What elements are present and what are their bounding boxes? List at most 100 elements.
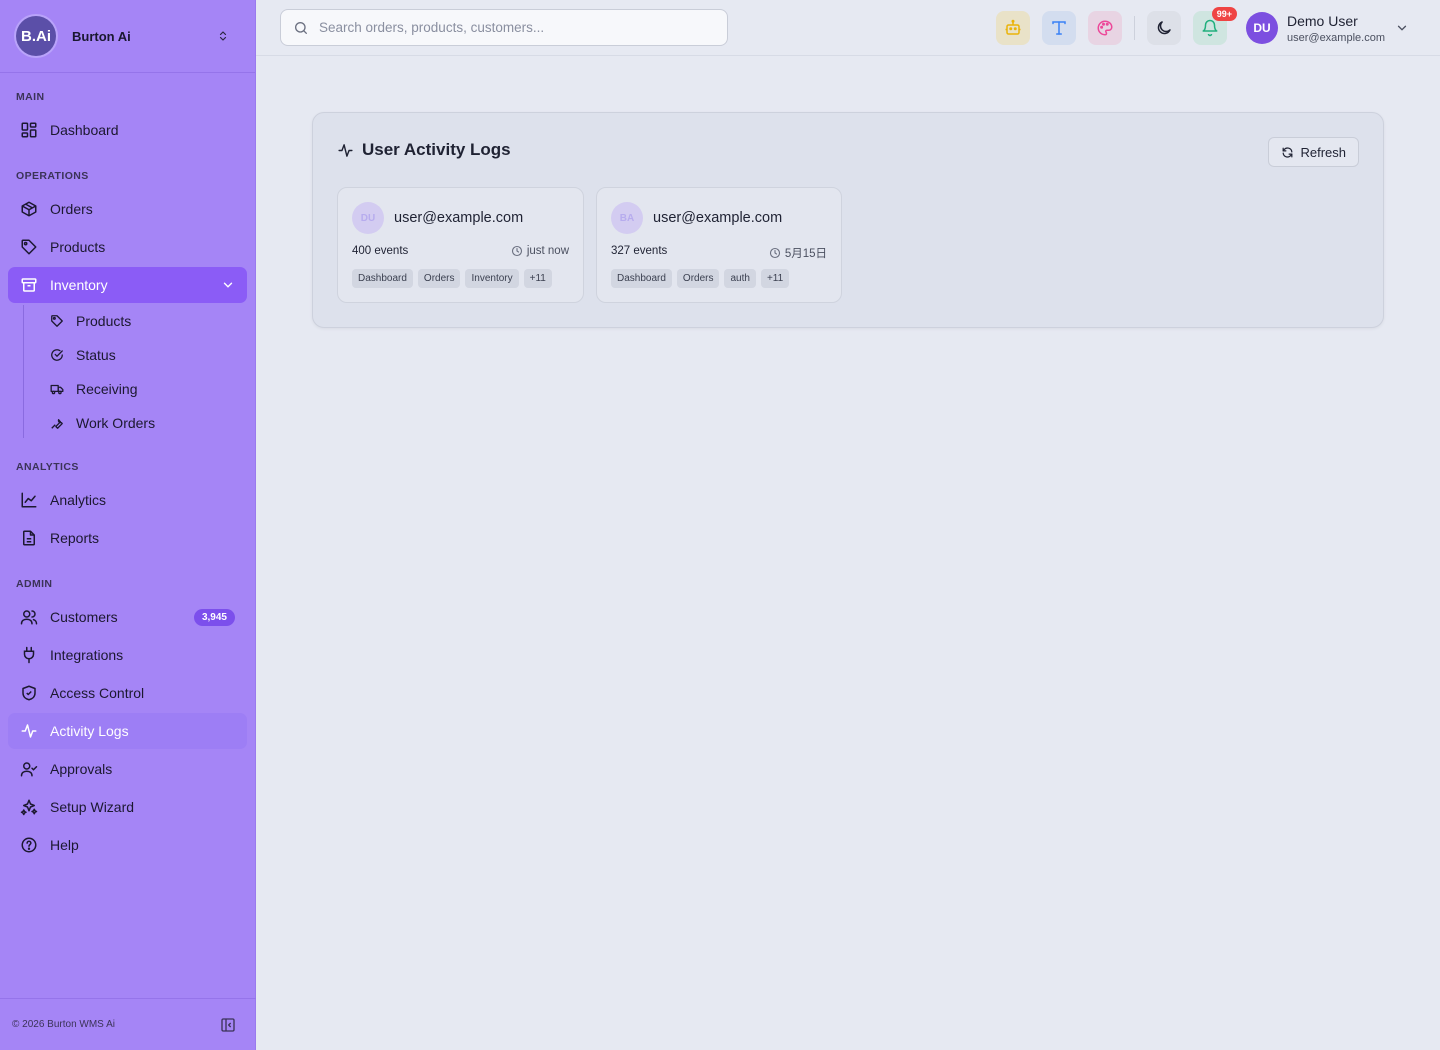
sidebar-item-dashboard[interactable]: Dashboard <box>8 112 247 148</box>
search-box[interactable] <box>280 9 728 46</box>
sidebar-item-analytics[interactable]: Analytics <box>8 482 247 518</box>
moon-icon <box>1155 19 1173 37</box>
refresh-icon <box>1281 146 1294 159</box>
toolbar-divider <box>1134 16 1135 40</box>
brand-logo: B.Ai <box>16 16 56 56</box>
sidebar-footer: © 2026 Burton WMS Ai <box>0 998 256 1050</box>
sidebar-item-label: Approvals <box>50 761 113 777</box>
sidebar-item-label: Reports <box>50 530 100 546</box>
users-icon <box>20 608 38 626</box>
last-activity-time: just now <box>526 245 569 257</box>
brand-name: Burton Ai <box>72 28 131 44</box>
sidebar-subitem-label: Work Orders <box>76 415 156 431</box>
clock-icon <box>769 247 781 259</box>
clock-icon <box>511 245 523 257</box>
dashboard-icon <box>20 121 38 139</box>
activity-icon <box>337 142 354 159</box>
sidebar-item-customers[interactable]: Customers 3,945 <box>8 599 247 635</box>
sidebar-subitem-status[interactable]: Status <box>44 340 116 370</box>
user-log-card[interactable]: BA user@example.com 327 events 5月15日 Das… <box>596 187 842 303</box>
chevron-down-icon <box>1395 21 1409 35</box>
more-tags-badge: +11 <box>523 269 552 288</box>
dark-mode-toggle[interactable] <box>1147 11 1181 45</box>
avatar: BA <box>611 202 643 234</box>
user-name: Demo User <box>1287 12 1358 29</box>
panel-left-collapse-icon[interactable] <box>220 1017 236 1033</box>
theme-palette-button[interactable] <box>1088 11 1122 45</box>
sidebar-item-setup-wizard[interactable]: Setup Wizard <box>8 789 247 825</box>
sidebar-item-label: Help <box>50 837 79 853</box>
module-tag: Orders <box>676 269 720 288</box>
sidebar-item-label: Integrations <box>50 647 124 663</box>
sidebar-item-help[interactable]: Help <box>8 827 247 863</box>
section-label-main: MAIN <box>16 91 45 103</box>
notifications-button[interactable]: 99+ <box>1193 7 1237 45</box>
module-tag: Dashboard <box>611 269 672 288</box>
brand-switcher[interactable]: B.Ai Burton Ai <box>0 0 255 73</box>
avatar: DU <box>1246 12 1278 44</box>
last-activity: just now <box>511 245 569 257</box>
sidebar-subitem-label: Status <box>76 347 116 363</box>
truck-icon <box>50 382 64 396</box>
user-email: user@example.com <box>394 210 524 226</box>
module-tags: Dashboard Orders Inventory +11 <box>352 269 552 288</box>
user-check-icon <box>20 760 38 778</box>
check-circle-icon <box>50 348 64 362</box>
last-activity: 5月15日 <box>769 245 827 261</box>
sidebar-item-label: Customers <box>50 609 118 625</box>
package-icon <box>20 200 38 218</box>
font-settings-button[interactable] <box>1042 11 1076 45</box>
sparkles-icon <box>20 798 38 816</box>
sidebar-item-products[interactable]: Products <box>8 229 247 265</box>
sidebar-item-activity-logs[interactable]: Activity Logs <box>8 713 247 749</box>
avatar: DU <box>352 202 384 234</box>
sidebar-subitem-work-orders[interactable]: Work Orders <box>44 408 155 438</box>
module-tag: Orders <box>417 269 461 288</box>
customers-count-badge: 3,945 <box>193 608 235 626</box>
topbar: 99+ DU Demo User user@example.com <box>256 0 1440 56</box>
event-count: 327 events <box>611 245 668 257</box>
sidebar-subitem-label: Receiving <box>76 381 138 397</box>
search-icon <box>293 20 309 36</box>
activity-logs-panel: User Activity Logs Refresh DU user@examp… <box>312 112 1384 328</box>
search-input[interactable] <box>319 20 699 35</box>
sidebar-subitem-products[interactable]: Products <box>44 306 131 336</box>
sidebar-item-label: Analytics <box>50 492 107 508</box>
tag-icon <box>50 314 64 328</box>
section-label-admin: ADMIN <box>16 578 53 590</box>
sidebar-subitem-label: Products <box>76 313 132 329</box>
module-tag: Dashboard <box>352 269 413 288</box>
sidebar-item-integrations[interactable]: Integrations <box>8 637 247 673</box>
user-email: user@example.com <box>653 210 783 226</box>
section-label-analytics: ANALYTICS <box>16 461 79 473</box>
sidebar-item-inventory[interactable]: Inventory <box>8 267 247 303</box>
sidebar-item-reports[interactable]: Reports <box>8 520 247 556</box>
user-log-card[interactable]: DU user@example.com 400 events just now … <box>337 187 584 303</box>
sidebar-item-orders[interactable]: Orders <box>8 191 247 227</box>
sidebar-item-label: Inventory <box>50 277 108 293</box>
shield-check-icon <box>20 684 38 702</box>
wrench-icon <box>50 416 64 430</box>
file-text-icon <box>20 529 38 547</box>
sidebar-item-label: Access Control <box>50 685 145 701</box>
type-icon <box>1050 19 1068 37</box>
refresh-button[interactable]: Refresh <box>1268 137 1359 167</box>
chevrons-up-down-icon[interactable] <box>215 28 231 44</box>
sidebar-item-access-control[interactable]: Access Control <box>8 675 247 711</box>
tag-icon <box>20 238 38 256</box>
ai-bot-button[interactable] <box>996 11 1030 45</box>
more-tags-badge: +11 <box>760 269 790 288</box>
sidebar-subitem-receiving[interactable]: Receiving <box>44 374 137 404</box>
plug-icon <box>20 646 38 664</box>
section-label-operations: OPERATIONS <box>16 170 89 182</box>
sidebar-item-label: Products <box>50 239 106 255</box>
line-chart-icon <box>20 491 38 509</box>
user-menu[interactable]: DU Demo User user@example.com <box>1246 11 1409 45</box>
module-tag: auth <box>724 269 756 288</box>
notification-count-badge: 99+ <box>1211 7 1237 21</box>
module-tag: Inventory <box>465 269 519 288</box>
archive-icon <box>20 276 38 294</box>
sidebar-item-approvals[interactable]: Approvals <box>8 751 247 787</box>
refresh-label: Refresh <box>1300 144 1346 160</box>
sidebar-item-label: Activity Logs <box>50 723 129 739</box>
